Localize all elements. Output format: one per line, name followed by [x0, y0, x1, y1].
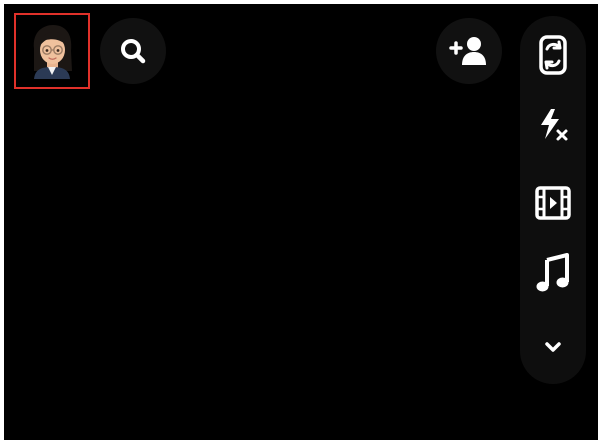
- camera-tools-rail: [520, 16, 586, 384]
- flash-off-icon: [541, 109, 568, 141]
- camera-screen: [4, 4, 598, 440]
- music-button[interactable]: [520, 248, 586, 298]
- flash-toggle-button[interactable]: [520, 100, 586, 150]
- flip-camera-icon: [539, 35, 567, 75]
- bitmoji-avatar-icon: [33, 25, 72, 79]
- search-icon: [121, 39, 146, 64]
- video-mode-button[interactable]: [520, 178, 586, 228]
- profile-avatar-button[interactable]: [26, 23, 78, 79]
- more-tools-button[interactable]: [520, 322, 586, 372]
- video-icon: [535, 186, 571, 220]
- flip-camera-button[interactable]: [520, 30, 586, 80]
- chevron-down-icon: [545, 342, 561, 352]
- search-button[interactable]: [100, 18, 166, 84]
- music-note-icon: [536, 253, 569, 292]
- add-friend-button[interactable]: [436, 18, 502, 84]
- profile-highlight-box: [14, 13, 90, 89]
- add-friend-icon: [449, 37, 486, 65]
